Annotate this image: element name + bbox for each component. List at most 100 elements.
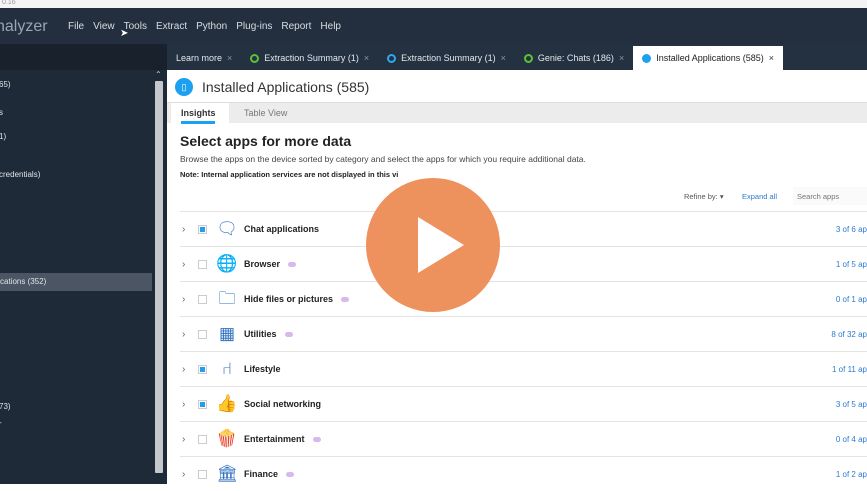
category-row[interactable]: › 🍿 Entertainment 0 of 4 ap [180,421,867,456]
thumbs-up-icon: 👍 [216,394,238,413]
sidebar-item[interactable]: 1) [0,132,6,141]
close-icon[interactable]: × [769,53,774,63]
sidebar-item[interactable]: - [0,418,2,427]
section-note: Note: Internal application services are … [180,170,399,179]
menu-plug-ins[interactable]: Plug-ins [236,21,272,32]
section-description: Browse the apps on the device sorted by … [180,154,586,164]
close-icon[interactable]: × [227,53,232,63]
chat-icon: 🗨 [216,219,238,238]
chevron-right-icon[interactable]: › [180,399,194,410]
page-title: ▯ Installed Applications (585) [175,78,369,96]
menu-extract[interactable]: Extract [156,21,187,32]
category-name: Chat applications [244,224,320,234]
calculator-icon: ▦ [218,324,236,343]
sidebar-item[interactable]: s [0,108,3,117]
category-list: › 🗨 Chat applications 3 of 6 ap › 🌐 Browser 1 o… [180,211,867,491]
menu-bar: nalyzer File View Tools Extract Python Plug-i… [0,8,867,44]
category-name: Browser [244,259,281,269]
category-row[interactable]: › 🌐 Browser 1 of 5 ap [180,246,867,281]
category-checkbox[interactable] [198,329,207,339]
category-row[interactable]: › ⑁ Lifestyle 1 of 11 ap [180,351,867,386]
category-row[interactable]: › ▦ Utilities 8 of 32 ap [180,316,867,351]
category-checkbox[interactable] [198,399,207,409]
category-checkbox[interactable] [198,469,207,479]
menu-report[interactable]: Report [281,21,311,32]
view-tabs: Insights Table View [167,102,867,124]
tab-0[interactable]: Learn more × [167,46,241,70]
tab-2[interactable]: Extraction Summary (1) × [378,46,515,70]
chevron-right-icon[interactable]: › [180,434,194,445]
browser-globe-icon: 🌐 [216,254,238,273]
expand-all-link[interactable]: Expand all [742,192,777,201]
selected-count[interactable]: 0 of 1 ap [836,295,867,304]
main-content: ▯ Installed Applications (585) Insights … [167,70,867,484]
category-checkbox[interactable] [198,259,207,269]
tab-3[interactable]: Genie: Chats (186) × [515,46,633,70]
menu: File View Tools Extract Python Plug-ins Report… [68,21,341,32]
category-checkbox[interactable] [198,224,207,234]
tag-icon [312,436,321,442]
phone-icon: ▯ [175,78,193,96]
selected-count[interactable]: 1 of 11 ap [832,365,867,374]
status-icon [250,53,260,63]
sidebar-item[interactable]: 73) [0,402,11,411]
category-row[interactable]: › 🏛 Finance 1 of 2 ap [180,456,867,491]
category-name: Entertainment [244,434,305,444]
chevron-right-icon[interactable]: › [180,259,194,270]
selected-count[interactable]: 0 of 4 ap [836,435,867,444]
refine-by-dropdown[interactable]: Refine by: ▾ [684,192,724,201]
page-title-text: Installed Applications (585) [202,79,370,95]
menu-view[interactable]: View [93,21,115,32]
close-icon[interactable]: × [619,53,624,63]
tab-1[interactable]: Extraction Summary (1) × [241,46,378,70]
category-checkbox[interactable] [198,294,207,304]
sidebar-item[interactable]: 65) [0,80,11,89]
category-checkbox[interactable] [198,434,207,444]
menu-help[interactable]: Help [320,21,341,32]
section-heading: Select apps for more data [180,133,352,149]
chevron-right-icon[interactable]: › [180,364,194,375]
chevron-right-icon[interactable]: › [180,294,194,305]
title-strip: 0.16 [0,0,867,8]
sidebar-header [0,44,167,70]
selected-count[interactable]: 3 of 6 ap [836,225,867,234]
sidebar-scrollbar[interactable] [155,81,163,473]
menu-python[interactable]: Python [196,21,227,32]
tab-4[interactable]: Installed Applications (585) × [633,46,784,70]
tab-insights[interactable]: Insights [171,103,229,124]
popcorn-icon: 🍿 [216,429,238,448]
scroll-up-icon[interactable]: ⌃ [155,70,162,79]
selected-count[interactable]: 1 of 5 ap [836,260,867,269]
selected-count[interactable]: 8 of 32 ap [831,330,867,339]
tab-table-view[interactable]: Table View [244,103,287,124]
sidebar-tree [0,44,167,484]
category-row[interactable]: › 🗀 Hide files or pictures 0 of 1 ap [180,281,867,316]
category-checkbox[interactable] [198,364,207,374]
app-name: nalyzer [0,18,48,35]
chevron-right-icon[interactable]: › [180,224,194,235]
menu-file[interactable]: File [68,21,84,32]
close-icon[interactable]: × [501,53,506,63]
tab-label: Installed Applications (585) [656,53,764,63]
tab-label: Extraction Summary (1) [401,53,496,63]
category-row[interactable]: › 🗨 Chat applications 3 of 6 ap [180,211,867,246]
selected-count[interactable]: 3 of 5 ap [836,400,867,409]
tag-icon [284,331,293,337]
category-row[interactable]: › 👍 Social networking 3 of 5 ap [180,386,867,421]
chevron-right-icon[interactable]: › [180,469,194,480]
chevron-right-icon[interactable]: › [180,329,194,340]
category-name: Finance [244,469,279,479]
tab-bar: Learn more × Extraction Summary (1) × Extrac… [167,44,867,70]
sidebar-item[interactable]: cations (352) [0,273,152,291]
play-video-button[interactable] [366,178,500,312]
chair-icon: ⑁ [221,359,233,378]
selected-count[interactable]: 1 of 2 ap [836,470,867,479]
status-icon [523,53,533,63]
search-apps-input[interactable] [793,187,867,205]
mouse-cursor-icon: ➤ [120,28,129,39]
folder-icon: 🗀 [218,289,236,308]
tag-icon [288,261,297,267]
category-name: Lifestyle [244,364,281,374]
close-icon[interactable]: × [364,53,369,63]
sidebar-item[interactable]: credentials) [0,170,40,179]
